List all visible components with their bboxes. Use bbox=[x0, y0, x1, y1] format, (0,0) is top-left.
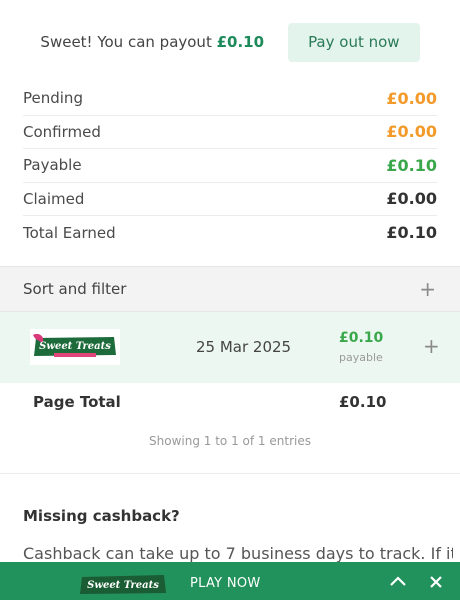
summary-label: Pending bbox=[23, 89, 83, 108]
sort-and-filter-toggle[interactable]: Sort and filter + bbox=[0, 266, 460, 312]
summary-row-claimed: Claimed £0.00 bbox=[23, 183, 437, 216]
summary-label: Claimed bbox=[23, 189, 85, 208]
summary-label: Total Earned bbox=[23, 223, 116, 242]
missing-cashback-text: Cashback can take up to 7 business days … bbox=[23, 544, 453, 563]
entries-count: Showing 1 to 1 of 1 entries bbox=[149, 434, 311, 448]
summary-value: £0.00 bbox=[386, 122, 437, 142]
earnings-summary: Pending £0.00 Confirmed £0.00 Payable £0… bbox=[0, 82, 460, 250]
missing-cashback-title: Missing cashback? bbox=[23, 507, 180, 525]
play-now-link[interactable]: PLAY NOW bbox=[190, 576, 261, 591]
svg-text:Sweet Treats: Sweet Treats bbox=[87, 580, 159, 591]
plus-icon[interactable]: + bbox=[423, 336, 440, 356]
summary-row-payable: Payable £0.10 bbox=[23, 149, 437, 183]
summary-value: £0.10 bbox=[386, 223, 437, 243]
page-total-value: £0.10 bbox=[339, 393, 387, 411]
sort-filter-label: Sort and filter bbox=[23, 280, 127, 298]
summary-value: £0.10 bbox=[386, 155, 437, 175]
sweet-treats-logo: Sweet Treats bbox=[80, 575, 166, 594]
page-total-label: Page Total bbox=[33, 393, 121, 411]
transaction-date: 25 Mar 2025 bbox=[196, 338, 292, 356]
promo-bottom-bar[interactable]: Sweet Treats PLAY NOW bbox=[0, 562, 460, 600]
summary-label: Confirmed bbox=[23, 122, 101, 141]
payout-amount: £0.10 bbox=[216, 33, 265, 51]
pay-out-now-button[interactable]: Pay out now bbox=[288, 22, 420, 62]
transaction-amount: £0.10 bbox=[339, 330, 384, 346]
transaction-row[interactable]: Sweet Treats 25 Mar 2025 £0.10 payable + bbox=[0, 312, 460, 383]
summary-row-confirmed: Confirmed £0.00 bbox=[23, 116, 437, 149]
summary-value: £0.00 bbox=[386, 88, 437, 108]
svg-text:Sweet Treats: Sweet Treats bbox=[39, 341, 111, 352]
transaction-status: payable bbox=[339, 351, 383, 364]
sweet-treats-logo: Sweet Treats bbox=[30, 329, 120, 365]
plus-icon: + bbox=[419, 277, 436, 301]
summary-label: Payable bbox=[23, 156, 82, 175]
payout-message: Sweet! You can payout £0.10 bbox=[40, 33, 265, 51]
divider bbox=[0, 473, 460, 474]
payout-bar: Sweet! You can payout £0.10 Pay out now bbox=[0, 0, 460, 82]
chevron-up-icon[interactable] bbox=[389, 574, 407, 588]
summary-row-total-earned: Total Earned £0.10 bbox=[23, 216, 437, 250]
summary-row-pending: Pending £0.00 bbox=[23, 82, 437, 116]
summary-value: £0.00 bbox=[386, 189, 437, 209]
close-icon[interactable] bbox=[429, 575, 443, 589]
